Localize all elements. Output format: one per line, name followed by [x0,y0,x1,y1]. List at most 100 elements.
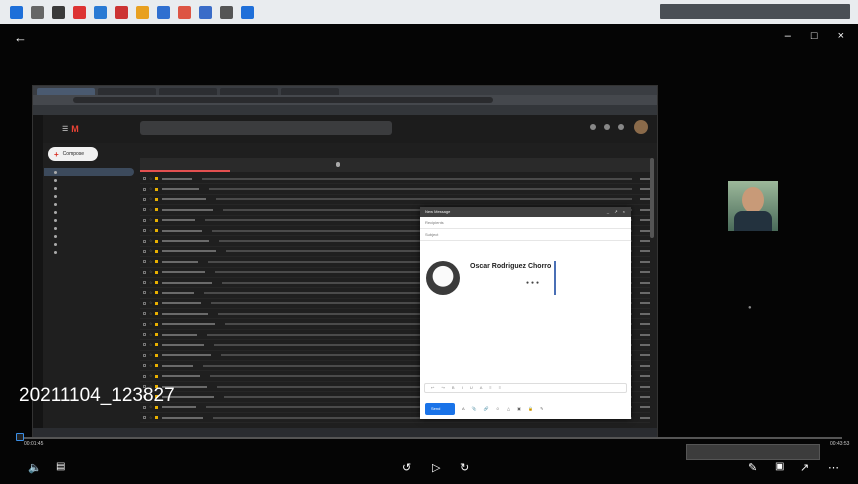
volume-icon[interactable]: 🔈 [28,461,42,474]
subject-field[interactable]: Subject [420,229,631,241]
edit-icon[interactable]: ✎ [748,461,757,474]
star-icon[interactable]: ☆ [149,218,153,222]
important-marker-icon[interactable] [155,197,158,201]
important-marker-icon[interactable] [155,177,158,181]
folder-item[interactable] [44,248,134,256]
star-icon[interactable]: ☆ [149,311,153,316]
search-icon[interactable] [31,5,44,19]
compose-window-controls[interactable]: _ ↗ × [607,207,627,217]
star-icon[interactable]: ☆ [149,290,153,295]
star-icon[interactable]: ☆ [149,374,153,378]
table-row[interactable]: ☆ [140,184,650,195]
star-icon[interactable]: ☆ [149,197,153,201]
row-checkbox[interactable] [143,229,146,233]
meet-join-meeting[interactable] [48,301,128,310]
important-marker-icon[interactable] [155,364,158,368]
url-field[interactable] [73,97,493,103]
row-checkbox[interactable] [143,416,146,420]
more-options-icon[interactable]: ⋯ [828,461,839,474]
send-button[interactable]: Send [425,403,455,415]
row-checkbox[interactable] [143,249,146,253]
forward-icon[interactable]: ↻ [460,461,469,474]
compose-tools[interactable]: A 📎 🔗 ☺ △ ▣ 🔒 ✎ [462,406,546,411]
scrollbar[interactable] [650,158,654,238]
folder-item[interactable] [44,192,134,200]
star-icon[interactable]: ☆ [149,301,153,305]
folder-item[interactable] [44,208,134,216]
important-marker-icon[interactable] [155,260,158,264]
chrome-tab[interactable] [159,88,217,95]
app-icon-1[interactable] [73,5,86,19]
star-icon[interactable]: ☆ [149,259,153,264]
important-marker-icon[interactable] [155,208,158,212]
settings-icon[interactable] [604,124,610,130]
folder-icon[interactable] [136,5,149,19]
star-icon[interactable]: ☆ [149,332,153,337]
fullscreen-icon[interactable]: ↗ [800,461,809,474]
row-checkbox[interactable] [143,187,146,191]
star-icon[interactable]: ☆ [149,176,153,181]
folder-item[interactable] [44,216,134,224]
important-marker-icon[interactable] [155,322,158,326]
minimize-icon[interactable]: – [785,30,791,42]
row-checkbox[interactable] [143,333,146,337]
important-marker-icon[interactable] [155,281,158,285]
gmail-logo[interactable]: ☰ M [62,124,79,134]
row-checkbox[interactable] [143,197,146,201]
row-checkbox[interactable] [143,312,146,316]
folder-item[interactable] [44,168,134,176]
important-marker-icon[interactable] [155,374,158,378]
tab-promotions[interactable] [320,158,410,172]
star-icon[interactable]: ☆ [149,239,153,243]
seek-bar[interactable] [18,437,842,439]
account-avatar[interactable] [634,120,648,134]
folder-item[interactable] [44,176,134,184]
important-marker-icon[interactable] [155,353,158,357]
chrome-tab[interactable] [37,88,95,95]
folder-item[interactable] [44,200,134,208]
apps-icon[interactable] [618,124,624,130]
chrome-tab[interactable] [98,88,156,95]
compose-button[interactable]: + Compose [48,147,98,161]
folder-item[interactable] [44,232,134,240]
subtitles-icon[interactable]: ▤ [56,461,65,472]
row-checkbox[interactable] [143,208,146,212]
seek-handle[interactable] [16,433,24,441]
important-marker-icon[interactable] [155,218,158,222]
star-icon[interactable]: ☆ [149,228,153,233]
row-checkbox[interactable] [143,301,146,305]
row-checkbox[interactable] [143,374,146,378]
row-checkbox[interactable] [143,343,146,347]
important-marker-icon[interactable] [155,312,158,316]
formatting-toolbar[interactable]: ↩ ↪ B I U A ≡ ≡ [424,383,627,393]
row-checkbox[interactable] [143,218,146,222]
important-marker-icon[interactable] [155,239,158,243]
star-icon[interactable]: ☆ [149,207,153,212]
help-icon[interactable] [590,124,596,130]
app-icon-3[interactable] [115,5,128,19]
app-icon-4[interactable] [157,5,170,19]
important-marker-icon[interactable] [155,291,158,295]
important-marker-icon[interactable] [155,249,158,253]
row-checkbox[interactable] [143,270,146,274]
meet-new-meeting[interactable] [48,292,128,301]
star-icon[interactable]: ☆ [149,249,153,253]
compose-window-header[interactable]: New Message _ ↗ × [420,207,631,217]
miniplayer-icon[interactable]: ▣ [775,461,784,472]
row-checkbox[interactable] [143,260,146,264]
tab-primary[interactable] [140,158,230,172]
star-icon[interactable]: ☆ [149,415,153,420]
row-checkbox[interactable] [143,322,146,326]
important-marker-icon[interactable] [155,301,158,305]
star-icon[interactable]: ☆ [149,363,153,368]
folder-item[interactable] [44,184,134,192]
chrome-tab[interactable] [220,88,278,95]
app-icon-6[interactable] [199,5,212,19]
app-icon-7[interactable] [220,5,233,19]
important-marker-icon[interactable] [155,416,158,420]
taskview-icon[interactable] [52,5,65,19]
row-checkbox[interactable] [143,281,146,285]
star-icon[interactable]: ☆ [149,353,153,357]
row-checkbox[interactable] [143,364,146,368]
folder-item[interactable] [44,224,134,232]
